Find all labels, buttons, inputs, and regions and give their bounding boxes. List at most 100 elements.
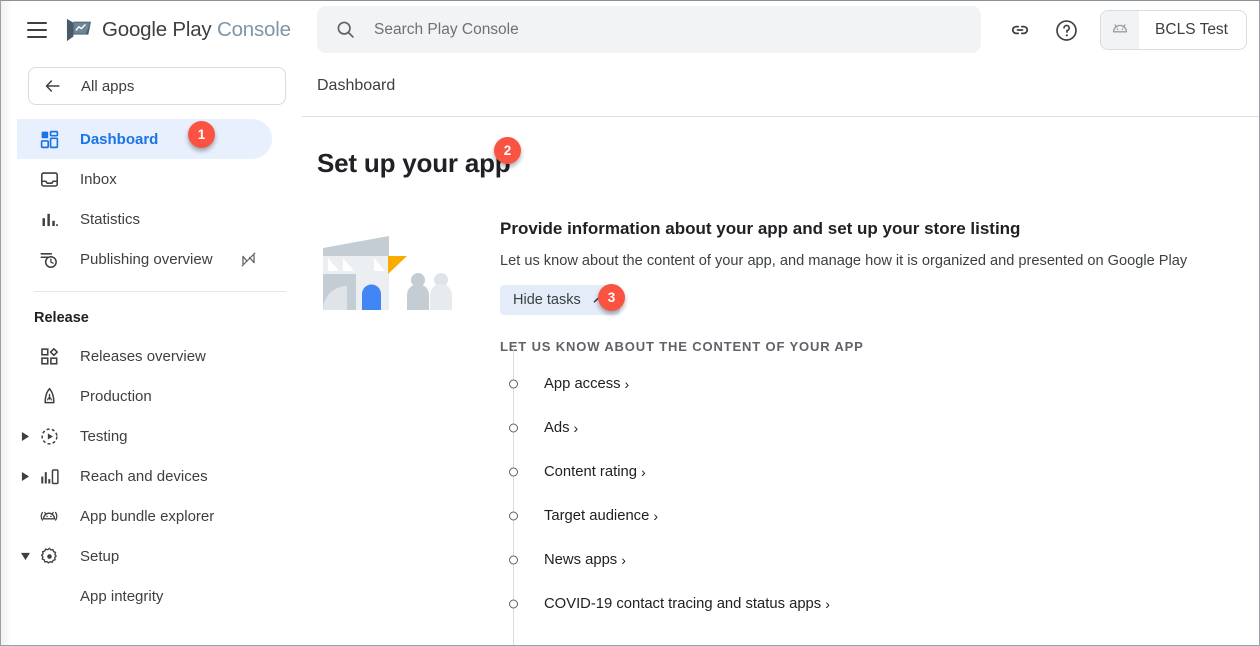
task-status-circle-icon [509, 379, 518, 389]
google-play-console-logo-icon [66, 18, 92, 42]
sidebar-item-testing[interactable]: Testing [12, 416, 302, 456]
sidebar-item-label: Releases overview [80, 347, 206, 365]
chevron-right-icon: › [653, 508, 658, 524]
search-icon [337, 21, 354, 38]
sidebar-item-dashboard[interactable]: Dashboard [12, 119, 302, 159]
rocket-icon [37, 384, 61, 408]
sidebar-item-inbox[interactable]: Inbox [12, 159, 302, 199]
sidebar: All apps Dashboard Inbox Statistics Publ… [12, 59, 302, 645]
sidebar-item-label: App integrity [80, 587, 164, 605]
task-status-circle-icon [509, 467, 518, 477]
sidebar-item-statistics[interactable]: Statistics [12, 199, 302, 239]
annotation-badge-3: 3 [598, 284, 625, 311]
brand-title: Google Play Console [102, 18, 291, 42]
task-status-circle-icon [509, 555, 518, 565]
search-input[interactable] [372, 19, 892, 40]
sidebar-item-label: Production [80, 387, 152, 405]
sidebar-item-label: Dashboard [80, 130, 159, 148]
app-bundle-android-icon [37, 504, 61, 528]
tasks-section-label: LET US KNOW ABOUT THE CONTENT OF YOUR AP… [500, 339, 864, 354]
sidebar-item-app-integrity[interactable]: App integrity [12, 576, 302, 616]
task-label: News apps [544, 552, 618, 568]
chevron-down-icon[interactable] [19, 550, 31, 562]
sidebar-divider [34, 291, 286, 292]
sidebar-item-label: Inbox [80, 170, 117, 188]
task-label: COVID-19 contact tracing and status apps [544, 596, 822, 612]
sidebar-item-label: Publishing overview [80, 250, 213, 268]
chevron-right-icon[interactable] [19, 430, 31, 442]
all-apps-button[interactable]: All apps [28, 67, 286, 105]
task-label: App access [544, 376, 621, 392]
task-target-audience[interactable]: Target audience › [500, 494, 1259, 538]
sidebar-item-setup[interactable]: Setup [12, 536, 302, 576]
app-chip-name: BCLS Test [1155, 21, 1228, 38]
sidebar-item-reach-and-devices[interactable]: Reach and devices [12, 456, 302, 496]
task-status-circle-icon [509, 599, 518, 609]
setup-card-body: Provide information about your app and s… [492, 219, 1259, 645]
all-apps-label: All apps [81, 77, 135, 95]
task-news-apps[interactable]: News apps › [500, 538, 1259, 582]
android-icon [1112, 24, 1128, 33]
chevron-right-icon[interactable] [19, 470, 31, 482]
sidebar-item-label: Statistics [80, 210, 141, 228]
releases-overview-icon [37, 344, 61, 368]
task-app-access[interactable]: App access › [500, 362, 1259, 406]
task-content-rating[interactable]: Content rating › [500, 450, 1259, 494]
gear-icon [37, 544, 61, 568]
card-heading: Provide information about your app and s… [500, 219, 1021, 238]
hamburger-menu-icon[interactable] [27, 22, 47, 38]
task-status-circle-icon [509, 423, 518, 433]
help-circle-icon[interactable] [1046, 10, 1086, 50]
sidebar-item-app-bundle-explorer[interactable]: App bundle explorer [12, 496, 302, 536]
chevron-right-icon: › [825, 596, 830, 612]
task-status-circle-icon [509, 511, 518, 521]
dashboard-grid-icon [37, 127, 61, 151]
top-app-bar: Google Play Console Search Play Console … [1, 1, 1259, 59]
chevron-right-icon: › [621, 552, 626, 568]
chevron-right-icon: › [640, 464, 646, 480]
header-divider [302, 116, 1259, 117]
arrow-left-icon [43, 76, 63, 96]
testing-play-icon [37, 424, 61, 448]
link-icon[interactable] [1000, 10, 1040, 50]
breadcrumb: Dashboard [317, 77, 396, 94]
annotation-badge-1: 1 [188, 121, 215, 148]
page-title: Set up your app [317, 148, 511, 178]
task-label: Ads [544, 420, 570, 436]
card-description: Let us know about the content of your ap… [500, 253, 1188, 269]
publishing-clock-icon [37, 247, 61, 271]
avatar [1101, 11, 1140, 49]
brand-console: Console [216, 18, 291, 41]
publishing-paused-icon [239, 250, 258, 269]
chevron-right-icon: › [573, 420, 579, 436]
annotation-badge-2: 2 [494, 137, 521, 164]
sidebar-item-publishing-overview[interactable]: Publishing overview [12, 239, 302, 279]
store-listing-illustration [317, 219, 492, 626]
task-covid-19-contact-tracing[interactable]: COVID-19 contact tracing and status apps… [500, 582, 1259, 626]
sidebar-item-releases-overview[interactable]: Releases overview [12, 336, 302, 376]
main-content: Dashboard Set up your app Provide inform… [302, 59, 1259, 645]
top-bar-actions: BCLS Test [1000, 1, 1247, 59]
play-console-window: Google Play Console Search Play Console … [0, 0, 1260, 646]
setup-card: Provide information about your app and s… [302, 219, 1259, 645]
task-label: Target audience [544, 508, 650, 524]
sidebar-group-release-title: Release [34, 310, 89, 326]
sidebar-item-production[interactable]: Production [12, 376, 302, 416]
sidebar-item-label: Reach and devices [80, 467, 208, 485]
search-bar[interactable] [317, 6, 981, 53]
task-list: App access › Ads › Content rating › Targ… [500, 348, 1259, 645]
sidebar-item-label: Setup [80, 547, 120, 565]
primary-nav: Dashboard Inbox Statistics Publishing ov… [12, 119, 302, 616]
devices-chart-icon [37, 464, 61, 488]
inbox-icon [37, 167, 61, 191]
chevron-right-icon: › [624, 376, 630, 392]
task-label: Content rating [544, 464, 637, 480]
left-scroll-gutter [1, 1, 12, 645]
task-ads[interactable]: Ads › [500, 406, 1259, 450]
sidebar-item-label: Testing [80, 427, 128, 445]
sidebar-item-label: App bundle explorer [80, 507, 215, 525]
app-selector-chip[interactable]: BCLS Test [1100, 10, 1247, 50]
bar-chart-icon [37, 207, 61, 231]
brand-google-play: Google Play [102, 18, 212, 41]
brand-logo-group: Google Play Console [65, 17, 291, 43]
